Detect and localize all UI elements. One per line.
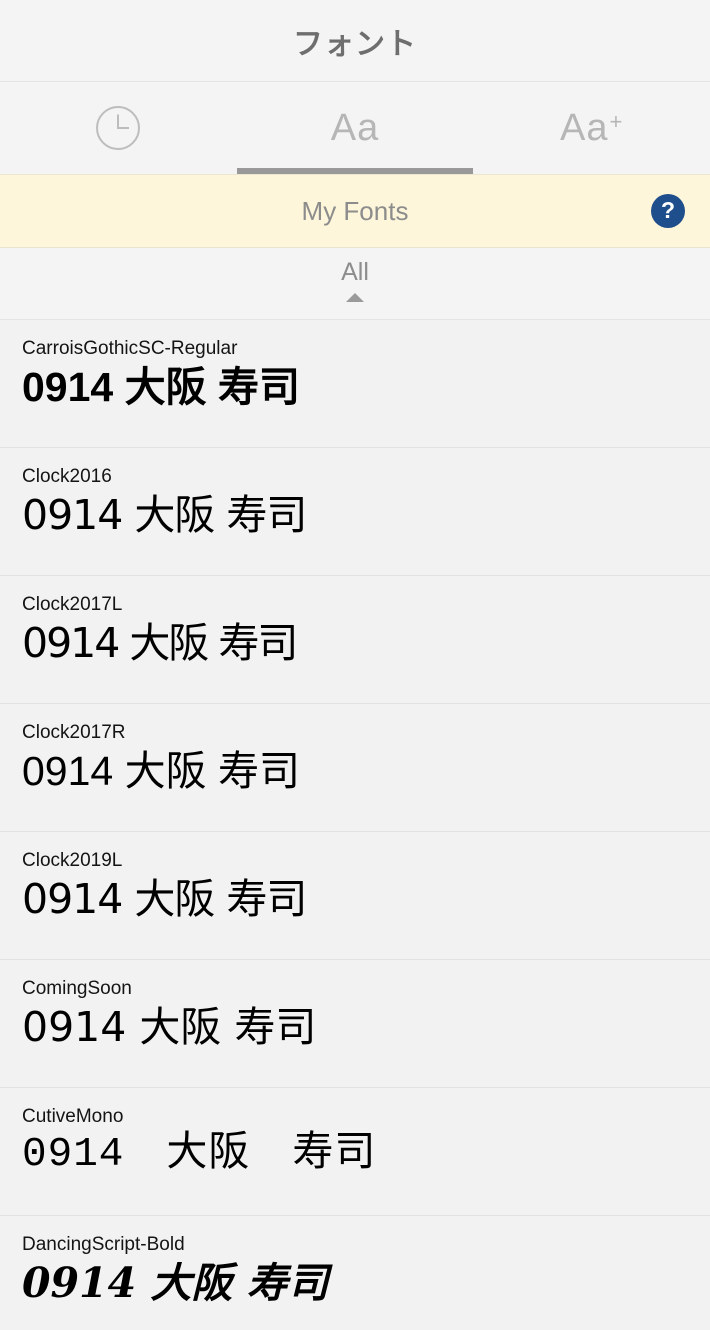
font-sample: 0914 大阪 寿司 [22, 363, 300, 410]
font-sample: 0914 大阪 寿司 [22, 1258, 329, 1307]
list-item[interactable]: Clock2016 0914 大阪 寿司 [0, 448, 710, 576]
help-button[interactable]: ? [651, 194, 685, 228]
font-sample: 0914 大阪 寿司 [22, 490, 307, 539]
list-item[interactable]: CarroisGothicSC-Regular 0914 大阪 寿司 [0, 320, 710, 448]
font-sample: 0914 大阪 寿司 [22, 1131, 377, 1178]
tab-bar: Aa Aa + [0, 82, 710, 174]
tab-add-font-label: Aa + [560, 109, 623, 147]
font-sample: 0914 大阪 寿司 [22, 747, 300, 794]
tab-add-font[interactable]: Aa + [473, 82, 710, 174]
font-sample: 0914 大阪 寿司 [22, 618, 298, 667]
plus-icon: + [609, 109, 624, 134]
list-item[interactable]: Clock2019L 0914 大阪 寿司 [0, 832, 710, 960]
banner-title: My Fonts [301, 195, 409, 226]
list-item[interactable]: Clock2017R 0914 大阪 寿司 [0, 704, 710, 832]
font-sample: 0914 大阪 寿司 [22, 874, 307, 923]
tab-my-fonts[interactable]: Aa [236, 82, 474, 174]
font-sample: 0914 大阪 寿司 [22, 1002, 317, 1051]
list-item[interactable]: ComingSoon 0914 大阪 寿司 [0, 960, 710, 1088]
question-mark-icon: ? [660, 197, 676, 223]
list-item[interactable]: CutiveMono 0914 大阪 寿司 [0, 1088, 710, 1216]
font-name: Clock2019L [22, 850, 123, 871]
font-name: Clock2017R [22, 722, 126, 743]
font-name: CutiveMono [22, 1106, 124, 1127]
tab-add-font-text: Aa [560, 107, 609, 149]
font-name: DancingScript-Bold [22, 1234, 185, 1255]
title-bar: フォント [0, 0, 710, 82]
clock-icon [95, 105, 141, 151]
font-name: Clock2017L [22, 594, 123, 615]
font-name: ComingSoon [22, 978, 132, 999]
page-title: フォント [293, 27, 417, 61]
font-name: Clock2016 [22, 466, 112, 487]
list-item[interactable]: DancingScript-Bold 0914 大阪 寿司 [0, 1216, 710, 1330]
caret-up-icon [346, 292, 364, 302]
font-name: CarroisGothicSC-Regular [22, 338, 238, 359]
tab-recent[interactable] [0, 82, 237, 174]
my-fonts-banner: My Fonts ? [0, 174, 710, 248]
font-manager-app: フォント Aa Aa + My Fonts ? All CarroisGothi… [0, 0, 710, 1330]
list-item[interactable]: Clock2017L 0914 大阪 寿司 [0, 576, 710, 704]
font-list: CarroisGothicSC-Regular 0914 大阪 寿司 Clock… [0, 320, 710, 1330]
filter-label: All [341, 257, 369, 286]
tab-my-fonts-label: Aa [330, 107, 380, 149]
filter-selector[interactable]: All [0, 248, 710, 320]
